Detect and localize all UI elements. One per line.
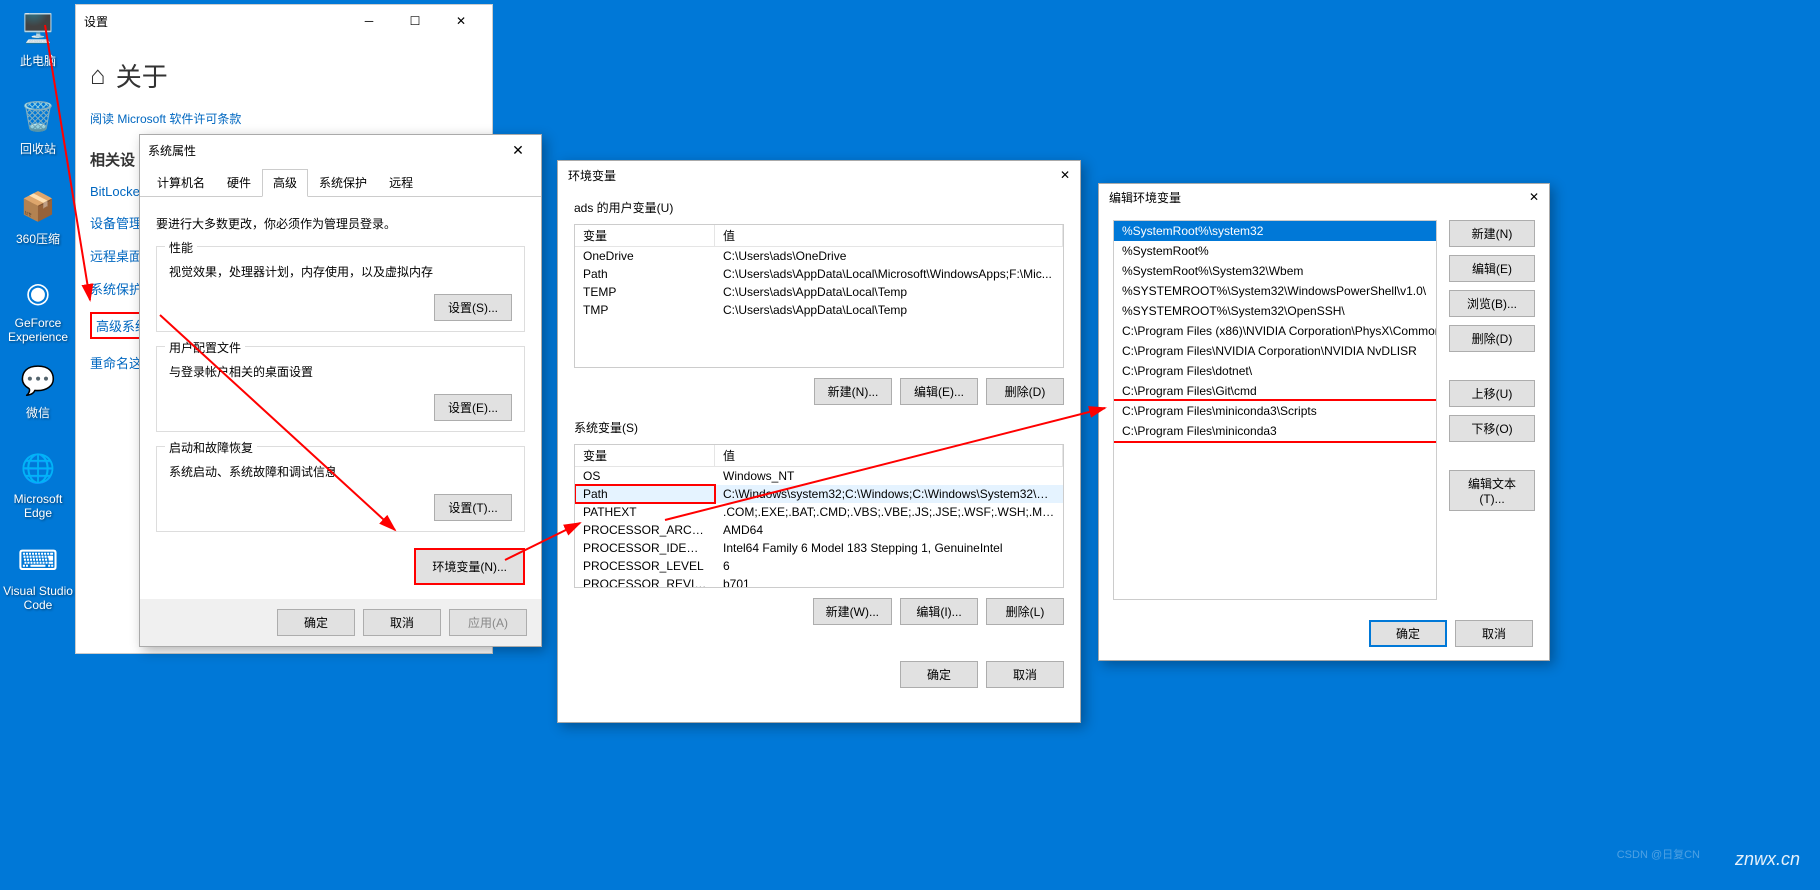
ok-button[interactable]: 确定 xyxy=(277,609,355,636)
sys-vars-title: 系统变量(S) xyxy=(574,419,1064,436)
desktop-icon-Visual Studio Code[interactable]: ⌨Visual Studio Code xyxy=(0,540,76,612)
tab-高级[interactable]: 高级 xyxy=(262,169,308,197)
user-edit-button[interactable]: 编辑(E)... xyxy=(900,378,978,405)
close-icon[interactable]: ✕ xyxy=(1060,168,1070,182)
edit-env-dialog: 编辑环境变量 ✕ %SystemRoot%\system32%SystemRoo… xyxy=(1098,183,1550,661)
user-new-button[interactable]: 新建(N)... xyxy=(814,378,892,405)
settings-title: 设置 xyxy=(84,13,346,30)
maximize-button[interactable]: ☐ xyxy=(392,5,438,37)
path-item[interactable]: C:\Program Files\NVIDIA Corporation\NVID… xyxy=(1114,341,1436,361)
desktop-icon-回收站[interactable]: 🗑️回收站 xyxy=(0,96,76,157)
apply-button[interactable]: 应用(A) xyxy=(449,609,527,636)
env-variables-dialog: 环境变量 ✕ ads 的用户变量(U) 变量值 OneDriveC:\Users… xyxy=(557,160,1081,723)
path-item[interactable]: %SystemRoot% xyxy=(1114,241,1436,261)
table-row[interactable]: PathC:\Users\ads\AppData\Local\Microsoft… xyxy=(575,265,1063,283)
table-row[interactable]: PROCESSOR_REVISIONb701 xyxy=(575,575,1063,588)
sys-edit-button[interactable]: 编辑(I)... xyxy=(900,598,978,625)
sys-vars-table[interactable]: 变量值 OSWindows_NTPathC:\Windows\system32;… xyxy=(574,444,1064,588)
performance-group: 性能 视觉效果，处理器计划，内存使用，以及虚拟内存 设置(S)... xyxy=(156,246,525,332)
desktop-icon-360压缩[interactable]: 📦360压缩 xyxy=(0,186,76,247)
startup-desc: 系统启动、系统故障和调试信息 xyxy=(169,463,512,480)
env-variables-button[interactable]: 环境变量(N)... xyxy=(414,548,525,585)
profile-settings-button[interactable]: 设置(E)... xyxy=(434,394,512,421)
desktop-icon-GeForce Experience[interactable]: ◉GeForce Experience xyxy=(0,272,76,344)
browse-button[interactable]: 浏览(B)... xyxy=(1449,290,1535,317)
page-title-row: ⌂ 关于 xyxy=(90,57,478,94)
watermark: znwx.cn xyxy=(1735,849,1800,870)
table-row[interactable]: TMPC:\Users\ads\AppData\Local\Temp xyxy=(575,301,1063,319)
path-item[interactable]: %SystemRoot%\system32 xyxy=(1114,221,1436,241)
settings-titlebar: 设置 ─ ☐ ✕ xyxy=(76,5,492,37)
path-item[interactable]: C:\Program Files\miniconda3\Scripts xyxy=(1114,401,1436,421)
desktop-icon-Microsoft Edge[interactable]: 🌐Microsoft Edge xyxy=(0,448,76,520)
desktop-icon-微信[interactable]: 💬微信 xyxy=(0,360,76,421)
table-row[interactable]: PROCESSOR_IDENTIFIERIntel64 Family 6 Mod… xyxy=(575,539,1063,557)
sysprop-title: 系统属性 xyxy=(148,142,503,159)
sysprop-tabs: 计算机名硬件高级系统保护远程 xyxy=(140,165,541,197)
startup-settings-button[interactable]: 设置(T)... xyxy=(434,494,512,521)
path-item[interactable]: %SystemRoot%\System32\Wbem xyxy=(1114,261,1436,281)
sys-new-button[interactable]: 新建(W)... xyxy=(813,598,892,625)
startup-legend: 启动和故障恢复 xyxy=(165,439,257,456)
close-button[interactable]: ✕ xyxy=(438,5,484,37)
perf-settings-button[interactable]: 设置(S)... xyxy=(434,294,512,321)
admin-note: 要进行大多数更改，你必须作为管理员登录。 xyxy=(156,215,525,232)
sys-delete-button[interactable]: 删除(L) xyxy=(986,598,1064,625)
home-icon[interactable]: ⌂ xyxy=(90,60,106,91)
table-row[interactable]: PathC:\Windows\system32;C:\Windows;C:\Wi… xyxy=(575,485,1063,503)
env-title: 环境变量 xyxy=(568,167,1060,184)
edit-text-button[interactable]: 编辑文本(T)... xyxy=(1449,470,1535,511)
table-row[interactable]: TEMPC:\Users\ads\AppData\Local\Temp xyxy=(575,283,1063,301)
col-var: 变量 xyxy=(575,225,715,246)
delete-button[interactable]: 删除(D) xyxy=(1449,325,1535,352)
profile-legend: 用户配置文件 xyxy=(165,339,245,356)
profile-desc: 与登录帐户相关的桌面设置 xyxy=(169,363,512,380)
move-down-button[interactable]: 下移(O) xyxy=(1449,415,1535,442)
tab-计算机名[interactable]: 计算机名 xyxy=(146,169,216,196)
col-val: 值 xyxy=(715,445,1063,466)
cancel-button[interactable]: 取消 xyxy=(363,609,441,636)
system-properties-dialog: 系统属性 ✕ 计算机名硬件高级系统保护远程 要进行大多数更改，你必须作为管理员登… xyxy=(139,134,542,647)
path-list[interactable]: %SystemRoot%\system32%SystemRoot%%System… xyxy=(1113,220,1437,600)
new-button[interactable]: 新建(N) xyxy=(1449,220,1535,247)
perf-desc: 视觉效果，处理器计划，内存使用，以及虚拟内存 xyxy=(169,263,512,280)
move-up-button[interactable]: 上移(U) xyxy=(1449,380,1535,407)
path-item[interactable]: %SYSTEMROOT%\System32\OpenSSH\ xyxy=(1114,301,1436,321)
table-row[interactable]: PROCESSOR_ARCHITECT...AMD64 xyxy=(575,521,1063,539)
csdn-watermark: CSDN @日复CN xyxy=(1617,846,1700,862)
edit-button[interactable]: 编辑(E) xyxy=(1449,255,1535,282)
tab-系统保护[interactable]: 系统保护 xyxy=(308,169,378,196)
col-val: 值 xyxy=(715,225,1063,246)
path-item[interactable]: C:\Program Files\miniconda3 xyxy=(1114,421,1436,441)
path-item[interactable]: C:\Program Files\Git\cmd xyxy=(1114,381,1436,401)
edit-title: 编辑环境变量 xyxy=(1109,189,1529,206)
minimize-button[interactable]: ─ xyxy=(346,5,392,37)
ok-button[interactable]: 确定 xyxy=(900,661,978,688)
tab-硬件[interactable]: 硬件 xyxy=(216,169,262,196)
cancel-button[interactable]: 取消 xyxy=(1455,620,1533,647)
page-title: 关于 xyxy=(116,57,168,94)
table-row[interactable]: OSWindows_NT xyxy=(575,467,1063,485)
tab-远程[interactable]: 远程 xyxy=(378,169,424,196)
table-row[interactable]: PROCESSOR_LEVEL6 xyxy=(575,557,1063,575)
desktop-icon-此电脑[interactable]: 🖥️此电脑 xyxy=(0,8,76,69)
startup-group: 启动和故障恢复 系统启动、系统故障和调试信息 设置(T)... xyxy=(156,446,525,532)
col-var: 变量 xyxy=(575,445,715,466)
path-item[interactable]: %SYSTEMROOT%\System32\WindowsPowerShell\… xyxy=(1114,281,1436,301)
path-item[interactable]: C:\Program Files\dotnet\ xyxy=(1114,361,1436,381)
cancel-button[interactable]: 取消 xyxy=(986,661,1064,688)
close-icon[interactable]: ✕ xyxy=(1529,190,1539,204)
path-item[interactable]: C:\Program Files (x86)\NVIDIA Corporatio… xyxy=(1114,321,1436,341)
close-icon[interactable]: ✕ xyxy=(503,142,533,159)
ok-button[interactable]: 确定 xyxy=(1369,620,1447,647)
user-vars-table[interactable]: 变量值 OneDriveC:\Users\ads\OneDrivePathC:\… xyxy=(574,224,1064,368)
user-vars-title: ads 的用户变量(U) xyxy=(574,199,1064,216)
table-row[interactable]: PATHEXT.COM;.EXE;.BAT;.CMD;.VBS;.VBE;.JS… xyxy=(575,503,1063,521)
user-delete-button[interactable]: 删除(D) xyxy=(986,378,1064,405)
perf-legend: 性能 xyxy=(165,239,197,256)
license-link[interactable]: 阅读 Microsoft 软件许可条款 xyxy=(90,110,478,127)
profile-group: 用户配置文件 与登录帐户相关的桌面设置 设置(E)... xyxy=(156,346,525,432)
table-row[interactable]: OneDriveC:\Users\ads\OneDrive xyxy=(575,247,1063,265)
